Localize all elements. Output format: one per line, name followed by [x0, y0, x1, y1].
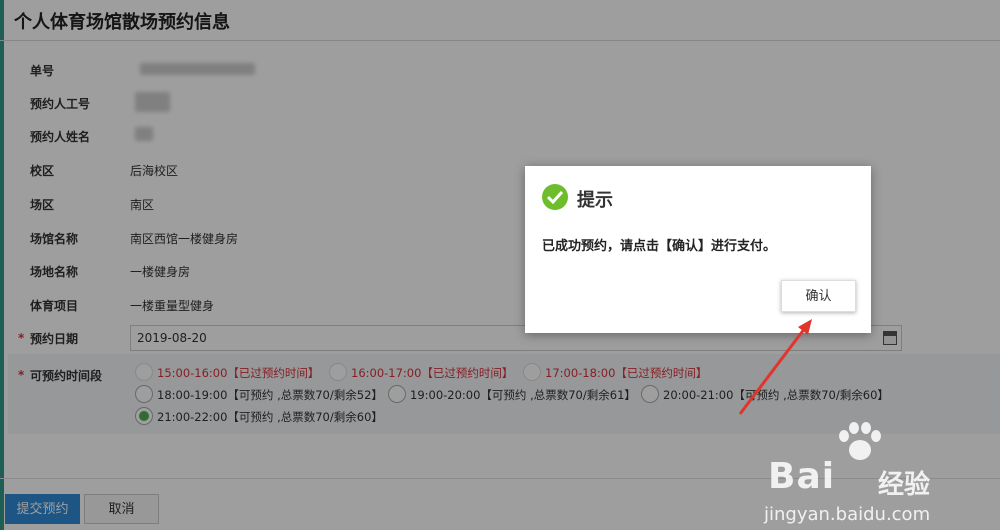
- watermark-url: jingyan.baidu.com: [764, 504, 931, 525]
- watermark-brand-tail: 经验: [878, 470, 931, 500]
- watermark-brand: Bai: [768, 456, 836, 497]
- baidu-paw-icon: [839, 422, 881, 460]
- baidu-watermark: Bai 经验 jingyan.baidu.com: [760, 420, 1000, 530]
